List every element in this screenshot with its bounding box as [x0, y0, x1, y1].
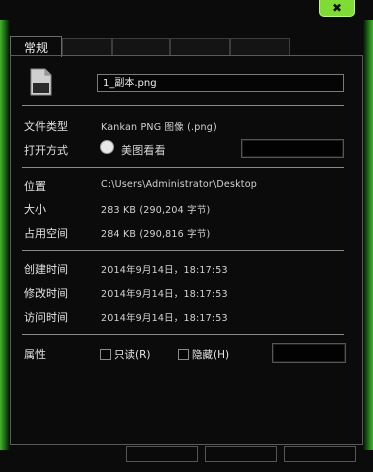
png-file-icon [30, 68, 52, 96]
tab-general-label: 常规 [23, 40, 48, 55]
tab-general[interactable]: 常规 [10, 36, 62, 57]
size-label: 大小 [24, 203, 46, 216]
separator-4 [22, 334, 344, 335]
attributes-label: 属性 [24, 348, 46, 361]
modified-label: 修改时间 [24, 287, 68, 300]
opens-with-label: 打开方式 [24, 144, 68, 157]
meitu-viewer-icon [100, 140, 114, 154]
readonly-checkbox[interactable] [100, 348, 111, 360]
created-value: 2014年9月14日，18:17:53 [101, 265, 228, 276]
close-icon: ✖ [331, 1, 343, 15]
tab-4[interactable] [170, 38, 230, 55]
ok-button[interactable] [126, 446, 198, 462]
separator-1 [22, 105, 344, 106]
location-value: C:\Users\Administrator\Desktop [101, 179, 257, 190]
tab-strip: 常规 [10, 36, 362, 57]
created-label: 创建时间 [24, 263, 68, 276]
tab-2[interactable] [62, 38, 112, 55]
cancel-button[interactable] [205, 446, 277, 462]
readonly-label: 只读(R) [114, 348, 151, 361]
size-value: 283 KB (290,204 字节) [101, 205, 211, 216]
window-glow-left [0, 20, 10, 450]
modified-value: 2014年9月14日，18:17:53 [101, 289, 228, 300]
disk-size-value: 284 KB (290,816 字节) [101, 229, 211, 240]
readonly-checkbox-row[interactable]: 只读(R) [100, 347, 151, 361]
close-button[interactable]: ✖ [319, 0, 355, 17]
tab-3[interactable] [112, 38, 170, 55]
location-label: 位置 [24, 180, 46, 193]
separator-3 [22, 250, 344, 251]
tab-5[interactable] [230, 38, 290, 55]
accessed-label: 访问时间 [24, 311, 68, 324]
hidden-label: 隐藏(H) [192, 348, 230, 361]
separator-2 [22, 167, 344, 168]
disk-size-label: 占用空间 [24, 227, 68, 240]
opens-with-value: 美图看看 [121, 144, 166, 157]
window-glow-right [363, 20, 373, 450]
advanced-button[interactable] [272, 343, 346, 363]
hidden-checkbox-row[interactable]: 隐藏(H) [178, 347, 229, 361]
accessed-value: 2014年9月14日，18:17:53 [101, 313, 228, 324]
hidden-checkbox[interactable] [178, 348, 189, 360]
change-button[interactable] [241, 139, 344, 158]
file-type-label: 文件类型 [24, 120, 68, 133]
file-type-value: Kankan PNG 图像 (.png) [101, 122, 217, 133]
apply-button[interactable] [284, 446, 356, 462]
file-name-input[interactable]: 1_副本.png [97, 74, 344, 92]
